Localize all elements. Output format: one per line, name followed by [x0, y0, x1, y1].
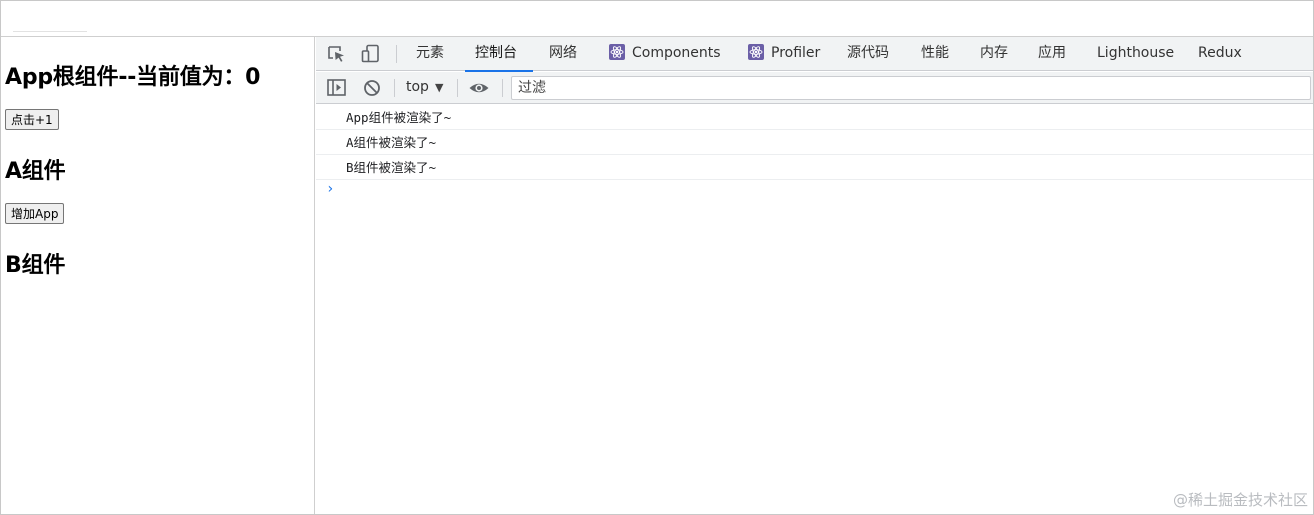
console-log-line: App组件被渲染了~: [316, 105, 1313, 130]
app-root-heading: App根组件--当前值为：0: [5, 65, 261, 90]
devtools-tab-bar: 元素 控制台 网络 Components Profiler 源代码 性能 内存 …: [316, 37, 1313, 72]
tab-memory[interactable]: 内存: [980, 37, 1008, 71]
console-log-line: B组件被渲染了~: [316, 155, 1313, 180]
devtools-panel: 元素 控制台 网络 Components Profiler 源代码 性能 内存 …: [316, 37, 1313, 514]
device-toolbar-icon[interactable]: [360, 44, 382, 64]
console-output: App组件被渲染了~ A组件被渲染了~ B组件被渲染了~ ›: [316, 105, 1313, 514]
tab-sources[interactable]: 源代码: [847, 37, 889, 71]
add-app-button[interactable]: 增加App: [5, 203, 65, 224]
component-a-heading: A组件: [5, 159, 66, 184]
caret-down-icon: ▼: [434, 81, 444, 94]
browser-top-bar: [1, 1, 1313, 37]
app-page: App根组件--当前值为：0 点击+1 A组件 增加App B组件: [1, 37, 315, 514]
console-toolbar: top ▼: [316, 72, 1313, 104]
filter-input[interactable]: [511, 76, 1311, 100]
react-logo-icon: [748, 44, 764, 60]
top-bar-divider: [13, 31, 87, 34]
tab-application[interactable]: 应用: [1038, 37, 1066, 71]
tab-console[interactable]: 控制台: [465, 37, 533, 72]
eye-icon[interactable]: [468, 78, 490, 98]
tab-components-label: Components: [632, 45, 721, 61]
inspect-element-icon[interactable]: [326, 44, 348, 64]
tab-profiler[interactable]: Profiler: [748, 37, 820, 71]
sidebar-toggle-icon[interactable]: [326, 78, 348, 98]
toolbar-divider: [396, 45, 397, 63]
toolbar-divider: [457, 79, 458, 97]
context-selector-value: top: [406, 79, 429, 95]
react-logo-icon: [609, 44, 625, 60]
tab-lighthouse[interactable]: Lighthouse: [1097, 37, 1174, 71]
tab-redux[interactable]: Redux: [1198, 37, 1242, 71]
tab-profiler-label: Profiler: [771, 45, 821, 61]
tab-network[interactable]: 网络: [549, 37, 577, 71]
console-prompt-icon[interactable]: ›: [326, 181, 334, 197]
context-selector[interactable]: top ▼: [406, 79, 443, 97]
tab-components[interactable]: Components: [609, 37, 721, 71]
tab-console-label: 控制台: [475, 45, 517, 61]
clear-console-icon[interactable]: [362, 78, 384, 98]
increment-button[interactable]: 点击+1: [5, 109, 59, 130]
toolbar-divider: [502, 79, 503, 97]
toolbar-divider: [394, 79, 395, 97]
tab-elements[interactable]: 元素: [416, 37, 444, 71]
console-log-line: A组件被渲染了~: [316, 130, 1313, 155]
tab-performance[interactable]: 性能: [921, 37, 949, 71]
component-b-heading: B组件: [5, 253, 66, 278]
watermark: @稀土掘金技术社区: [1172, 491, 1308, 509]
